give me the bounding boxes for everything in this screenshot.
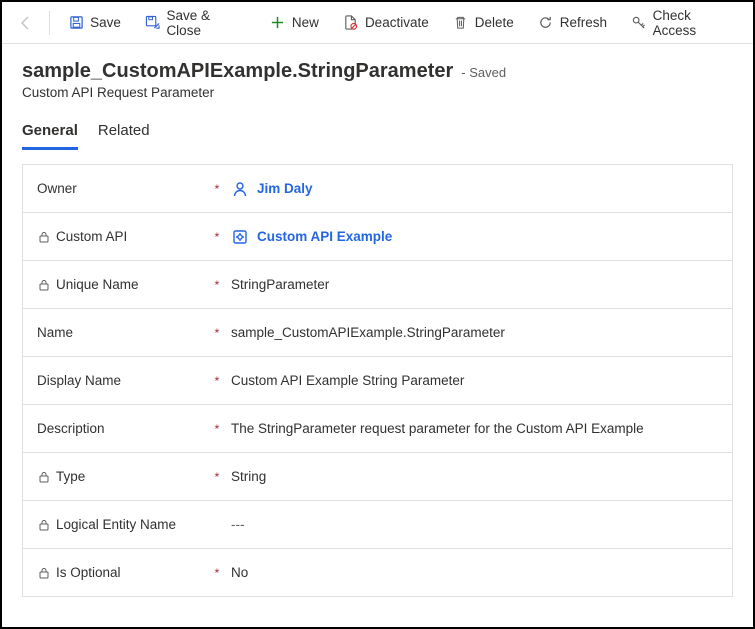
field-is-optional[interactable]: Is Optional * No	[23, 549, 732, 597]
entity-name: Custom API Request Parameter	[22, 85, 733, 100]
check-access-button[interactable]: Check Access	[621, 2, 745, 44]
deactivate-label: Deactivate	[365, 15, 429, 30]
tab-related[interactable]: Related	[98, 116, 150, 150]
required-mark: *	[209, 374, 225, 388]
lock-icon	[37, 566, 50, 579]
required-mark: *	[209, 470, 225, 484]
owner-value[interactable]: Jim Daly	[257, 181, 313, 196]
plus-icon	[270, 15, 286, 31]
lock-icon	[37, 470, 50, 483]
type-value: String	[231, 469, 266, 484]
toolbar-divider	[49, 11, 50, 35]
save-label: Save	[90, 15, 121, 30]
field-label: Logical Entity Name	[56, 517, 176, 532]
field-label: Owner	[37, 181, 77, 196]
field-label: Custom API	[56, 229, 127, 244]
lock-icon	[37, 278, 50, 291]
entity-icon	[231, 228, 249, 246]
required-mark: *	[209, 566, 225, 580]
delete-button[interactable]: Delete	[443, 9, 524, 37]
logical-entity-name-value: ---	[231, 517, 245, 532]
custom-api-value[interactable]: Custom API Example	[257, 229, 392, 244]
field-label: Type	[56, 469, 85, 484]
unique-name-value: StringParameter	[231, 277, 329, 292]
required-mark: *	[209, 326, 225, 340]
field-name[interactable]: Name * sample_CustomAPIExample.StringPar…	[23, 309, 732, 357]
field-custom-api[interactable]: Custom API * Custom API Example	[23, 213, 732, 261]
required-mark: *	[209, 230, 225, 244]
field-display-name[interactable]: Display Name * Custom API Example String…	[23, 357, 732, 405]
is-optional-value: No	[231, 565, 248, 580]
check-access-label: Check Access	[653, 8, 735, 38]
field-owner[interactable]: Owner * Jim Daly	[23, 165, 732, 213]
command-bar: Save Save & Close New Deactivate Delete …	[2, 2, 753, 44]
arrow-left-icon	[18, 15, 34, 31]
save-button[interactable]: Save	[58, 9, 131, 37]
save-icon	[68, 15, 84, 31]
form-tabs: General Related	[2, 106, 753, 150]
field-logical-entity-name[interactable]: Logical Entity Name ---	[23, 501, 732, 549]
field-unique-name[interactable]: Unique Name * StringParameter	[23, 261, 732, 309]
deactivate-button[interactable]: Deactivate	[333, 9, 439, 37]
save-close-button[interactable]: Save & Close	[135, 2, 256, 44]
saved-status: - Saved	[461, 65, 506, 80]
field-label: Display Name	[37, 373, 121, 388]
page-title: sample_CustomAPIExample.StringParameter	[22, 60, 453, 83]
refresh-label: Refresh	[560, 15, 607, 30]
tab-general[interactable]: General	[22, 116, 78, 150]
lock-icon	[37, 518, 50, 531]
display-name-value: Custom API Example String Parameter	[231, 373, 464, 388]
page-header: sample_CustomAPIExample.StringParameter …	[2, 44, 753, 106]
description-value: The StringParameter request parameter fo…	[231, 421, 644, 436]
new-label: New	[292, 15, 319, 30]
new-button[interactable]: New	[260, 9, 329, 37]
deactivate-icon	[343, 15, 359, 31]
refresh-button[interactable]: Refresh	[528, 9, 617, 37]
person-icon	[231, 180, 249, 198]
save-close-icon	[145, 15, 161, 31]
required-mark: *	[209, 422, 225, 436]
back-button[interactable]	[10, 7, 41, 39]
required-mark: *	[209, 182, 225, 196]
delete-label: Delete	[475, 15, 514, 30]
form-body: Owner * Jim Daly Custom API *	[2, 150, 753, 597]
refresh-icon	[538, 15, 554, 31]
key-icon	[631, 15, 647, 31]
field-label: Unique Name	[56, 277, 139, 292]
required-mark: *	[209, 278, 225, 292]
form-section: Owner * Jim Daly Custom API *	[22, 164, 733, 597]
save-close-label: Save & Close	[166, 8, 245, 38]
field-type[interactable]: Type * String	[23, 453, 732, 501]
name-value: sample_CustomAPIExample.StringParameter	[231, 325, 505, 340]
field-label: Description	[37, 421, 105, 436]
field-label: Is Optional	[56, 565, 121, 580]
trash-icon	[453, 15, 469, 31]
field-description[interactable]: Description * The StringParameter reques…	[23, 405, 732, 453]
field-label: Name	[37, 325, 73, 340]
lock-icon	[37, 230, 50, 243]
